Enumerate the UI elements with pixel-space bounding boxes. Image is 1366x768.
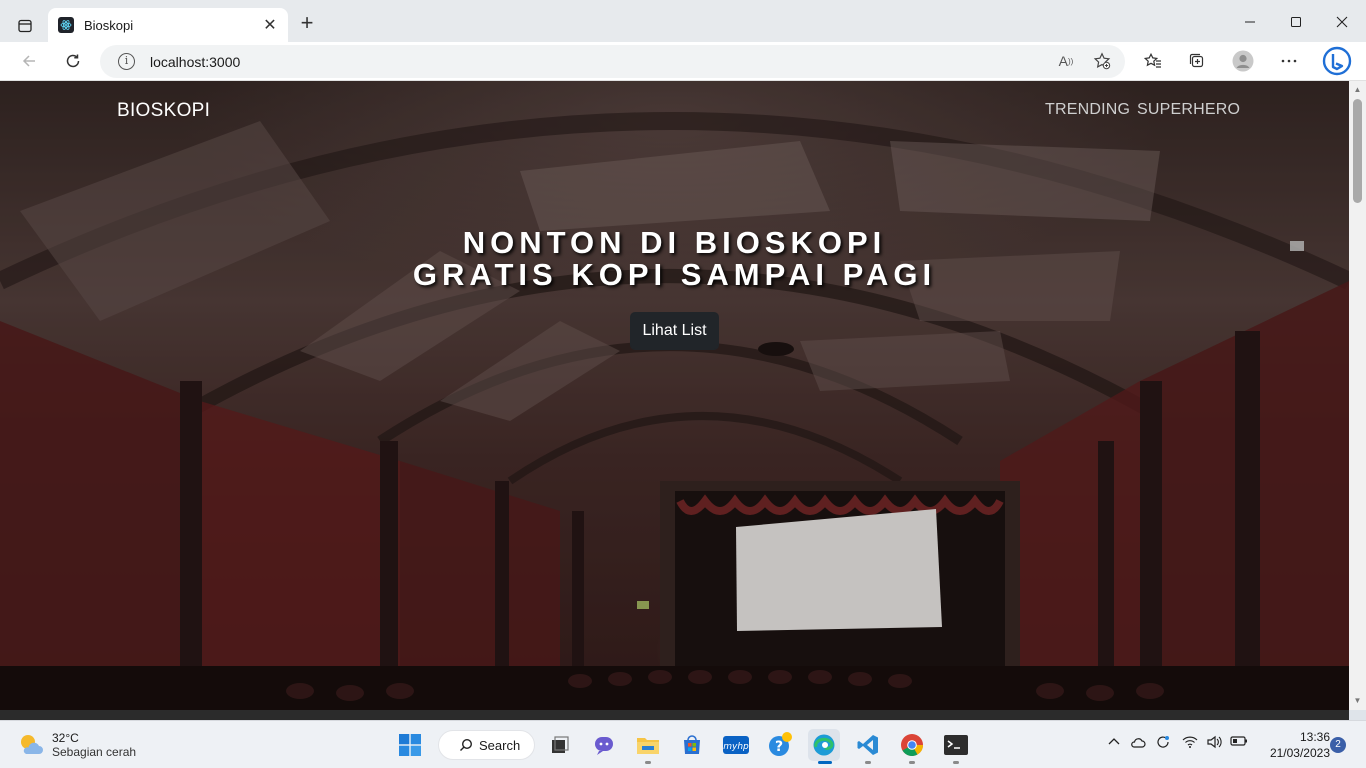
taskbar-search[interactable]: Search [438, 730, 535, 760]
task-view-icon[interactable] [544, 729, 576, 761]
active-indicator [953, 761, 959, 764]
system-clock[interactable]: 13:36 21/03/2023 [1258, 729, 1330, 761]
file-explorer-icon[interactable] [632, 729, 664, 761]
myhp-icon[interactable]: myhp [720, 729, 752, 761]
page-viewport: BIOSKOPI TRENDING SUPERHERO NONTON DI BI… [0, 81, 1349, 710]
cloud-sync-icon[interactable] [1130, 735, 1146, 752]
lihat-list-button[interactable]: Lihat List [630, 312, 719, 350]
more-icon[interactable] [1275, 47, 1303, 75]
search-icon [459, 738, 473, 752]
edge-browser-icon[interactable] [808, 729, 840, 761]
scroll-down-icon[interactable]: ▼ [1353, 696, 1362, 706]
active-indicator [865, 761, 871, 764]
clock-time: 13:36 [1299, 730, 1330, 744]
back-icon[interactable] [15, 47, 43, 75]
react-favicon [58, 17, 74, 33]
svg-text:?: ? [775, 739, 783, 755]
search-label: Search [479, 737, 521, 753]
onedrive-sync-icon[interactable] [1155, 735, 1171, 752]
chevron-up-icon[interactable] [1108, 735, 1120, 750]
hero-background [0, 81, 1349, 710]
add-favorite-icon[interactable] [1090, 51, 1114, 71]
weather-widget[interactable]: 32°C Sebagian cerah [18, 731, 136, 759]
scroll-thumb[interactable] [1353, 99, 1362, 203]
info-icon[interactable]: i [118, 53, 135, 70]
tab-actions-icon[interactable] [10, 11, 40, 41]
bing-icon[interactable] [1321, 44, 1353, 78]
refresh-icon[interactable] [59, 47, 87, 75]
battery-icon[interactable] [1230, 735, 1248, 750]
hero-overlay [0, 81, 1349, 710]
browser-tab-active[interactable]: Bioskopi ✕ [48, 8, 288, 42]
minimize-icon[interactable] [1227, 8, 1273, 36]
notification-badge[interactable]: 2 [1330, 737, 1346, 753]
nav-link-superhero[interactable]: SUPERHERO [1137, 101, 1240, 119]
close-icon[interactable]: ✕ [262, 15, 278, 35]
close-window-icon[interactable] [1319, 8, 1365, 36]
plus-icon[interactable]: + [295, 12, 319, 36]
vscode-icon[interactable] [852, 729, 884, 761]
url-text[interactable]: localhost:3000 [150, 54, 240, 70]
teams-chat-icon[interactable] [588, 729, 620, 761]
windows-start-icon[interactable] [394, 729, 426, 761]
active-indicator [909, 761, 915, 764]
wifi-icon[interactable] [1182, 735, 1198, 752]
maximize-icon[interactable] [1273, 8, 1319, 36]
address-bar[interactable]: i localhost:3000 A)) [100, 45, 1125, 78]
get-help-icon[interactable]: ? [764, 729, 796, 761]
scroll-up-icon[interactable]: ▲ [1353, 85, 1362, 95]
windows-taskbar: 32°C Sebagian cerah Search myhp ? 13:36 … [0, 720, 1366, 768]
partly-sunny-icon [18, 732, 44, 758]
microsoft-store-icon[interactable] [676, 729, 708, 761]
active-indicator [818, 761, 832, 764]
page-bottom-strip [0, 710, 1349, 720]
chrome-icon[interactable] [896, 729, 928, 761]
collections-icon[interactable] [1183, 47, 1211, 75]
terminal-icon[interactable] [940, 729, 972, 761]
weather-description: Sebagian cerah [52, 745, 137, 759]
vertical-scrollbar[interactable]: ▲ ▼ [1349, 81, 1366, 710]
active-indicator [645, 761, 651, 764]
navbar-brand[interactable]: BIOSKOPI [117, 100, 210, 122]
tab-title: Bioskopi [84, 17, 134, 33]
nav-link-trending[interactable]: TRENDING [1045, 101, 1130, 119]
hero-title-line2: GRATIS KOPI SAMPAI PAGI [412, 257, 937, 292]
favorites-icon[interactable] [1139, 47, 1167, 75]
read-aloud-icon[interactable]: A)) [1054, 51, 1078, 71]
clock-date: 21/03/2023 [1269, 746, 1330, 760]
svg-text:myhp: myhp [723, 742, 749, 752]
browser-toolbar: i localhost:3000 A)) [0, 42, 1366, 81]
weather-temperature: 32°C [52, 731, 79, 745]
volume-icon[interactable] [1206, 735, 1222, 752]
hero-title-line1: NONTON DI BIOSKOPI [462, 225, 887, 260]
profile-icon[interactable] [1229, 47, 1257, 75]
browser-tabbar: Bioskopi ✕ + [0, 0, 1366, 42]
